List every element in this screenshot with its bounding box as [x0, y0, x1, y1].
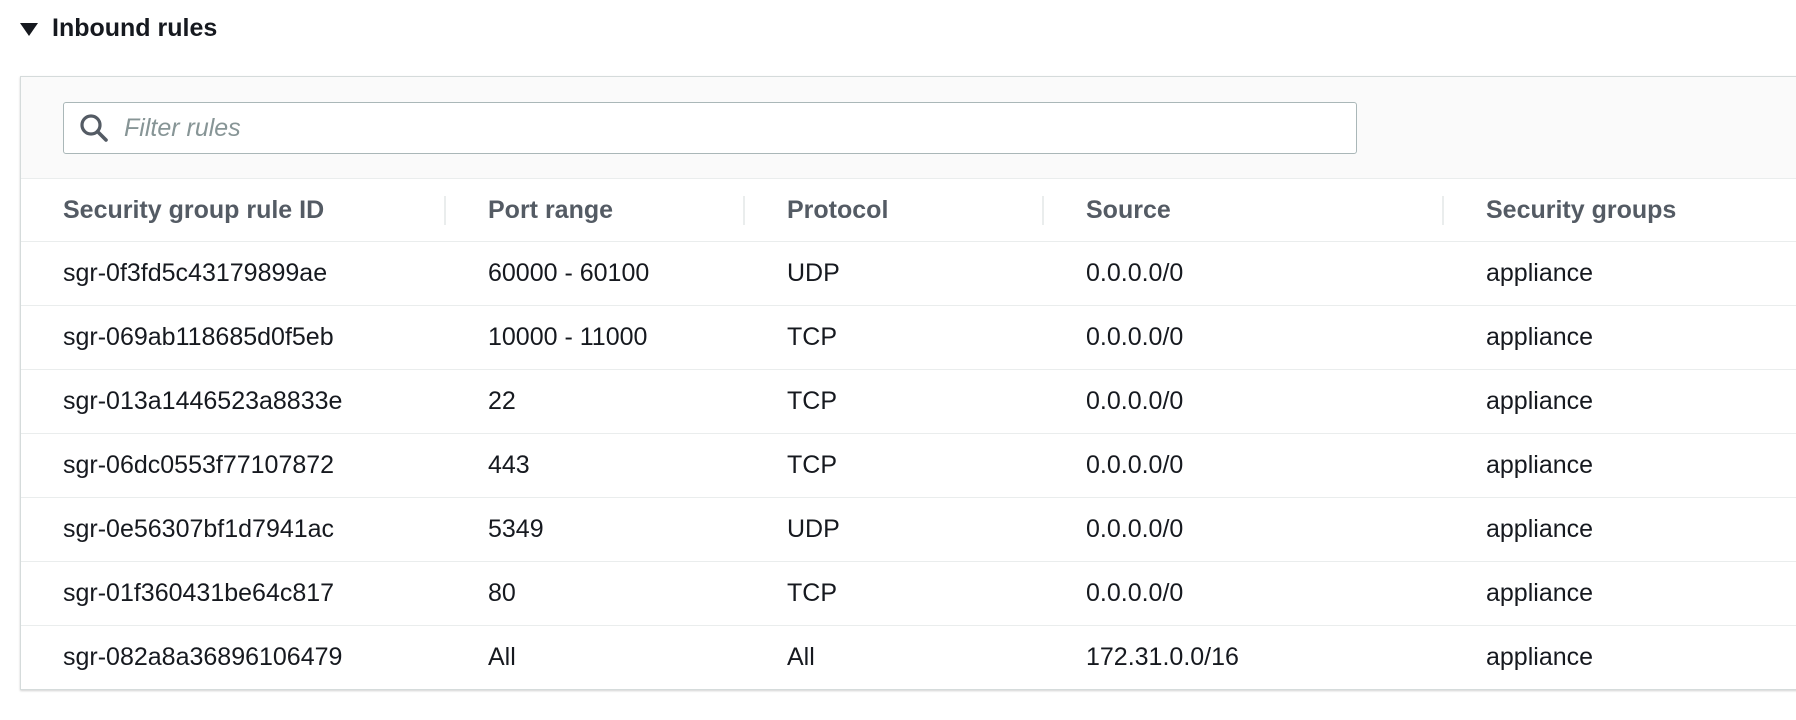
cell-source: 0.0.0.0/0 [1044, 241, 1444, 306]
cell-source: 0.0.0.0/0 [1044, 305, 1444, 370]
cell-rule-id: sgr-082a8a36896106479 [63, 643, 343, 671]
caret-down-icon[interactable] [20, 22, 38, 36]
table-row: sgr-0f3fd5c43179899ae 60000 - 60100 UDP … [21, 241, 1796, 306]
table-header-row: Security group rule ID Port range Protoc… [21, 179, 1796, 242]
cell-security-group: appliance [1486, 643, 1594, 671]
table-row: sgr-0e56307bf1d7941ac 5349 UDP 0.0.0.0/0… [21, 497, 1796, 562]
cell-source: 0.0.0.0/0 [1044, 433, 1444, 498]
cell-port-range: 10000 - 11000 [446, 305, 745, 370]
inbound-rules-panel: Security group rule ID Port range Protoc… [20, 76, 1796, 690]
inbound-rules-section-header[interactable]: Inbound rules [20, 10, 217, 46]
cell-protocol: TCP [745, 305, 1044, 370]
cell-rule-id: sgr-0f3fd5c43179899ae [21, 241, 446, 306]
cell-rule-id: sgr-01f360431be64c817 [21, 561, 446, 626]
table-row: sgr-01f360431be64c817 80 TCP 0.0.0.0/0 a… [21, 561, 1796, 626]
column-header-security-groups[interactable]: Security groups [1444, 179, 1796, 242]
cell-rule-id: sgr-06dc0553f77107872 [21, 433, 446, 498]
cell-port-range: All [488, 643, 516, 671]
section-title: Inbound rules [52, 13, 218, 42]
filter-rules-box[interactable] [63, 102, 1357, 154]
cell-security-group: appliance [1444, 369, 1796, 434]
filter-rules-input[interactable] [116, 106, 1356, 150]
cell-security-group: appliance [1444, 497, 1796, 562]
column-header-port-range[interactable]: Port range [446, 179, 745, 242]
cell-rule-id: sgr-069ab118685d0f5eb [21, 305, 446, 370]
cell-protocol: TCP [745, 561, 1044, 626]
cell-protocol: UDP [745, 241, 1044, 306]
column-header-protocol[interactable]: Protocol [745, 179, 1044, 242]
cell-port-range: 443 [446, 433, 745, 498]
cell-security-group: appliance [1444, 433, 1796, 498]
inbound-rules-table: Security group rule ID Port range Protoc… [21, 179, 1796, 689]
cell-protocol: TCP [745, 369, 1044, 434]
table-row: sgr-013a1446523a8833e 22 TCP 0.0.0.0/0 a… [21, 369, 1796, 434]
table-row: sgr-082a8a36896106479 All All 172.31.0.0… [21, 626, 1796, 690]
search-icon [72, 106, 116, 150]
cell-source: 0.0.0.0/0 [1044, 497, 1444, 562]
cell-protocol: UDP [745, 497, 1044, 562]
cell-port-range: 5349 [446, 497, 745, 562]
cell-protocol: All [787, 643, 815, 671]
cell-source: 0.0.0.0/0 [1044, 369, 1444, 434]
cell-source: 0.0.0.0/0 [1044, 561, 1444, 626]
cell-security-group: appliance [1444, 305, 1796, 370]
filter-bar [21, 77, 1796, 179]
column-header-rule-id[interactable]: Security group rule ID [21, 179, 446, 242]
cell-port-range: 80 [446, 561, 745, 626]
cell-port-range: 22 [446, 369, 745, 434]
cell-rule-id: sgr-0e56307bf1d7941ac [21, 497, 446, 562]
table-row: sgr-069ab118685d0f5eb 10000 - 11000 TCP … [21, 305, 1796, 370]
column-header-source[interactable]: Source [1044, 179, 1444, 242]
cell-protocol: TCP [745, 433, 1044, 498]
cell-port-range: 60000 - 60100 [446, 241, 745, 306]
cell-rule-id: sgr-013a1446523a8833e [21, 369, 446, 434]
table-row: sgr-06dc0553f77107872 443 TCP 0.0.0.0/0 … [21, 433, 1796, 498]
cell-source: 172.31.0.0/16 [1086, 643, 1239, 671]
cell-security-group: appliance [1444, 561, 1796, 626]
cell-security-group: appliance [1444, 241, 1796, 306]
